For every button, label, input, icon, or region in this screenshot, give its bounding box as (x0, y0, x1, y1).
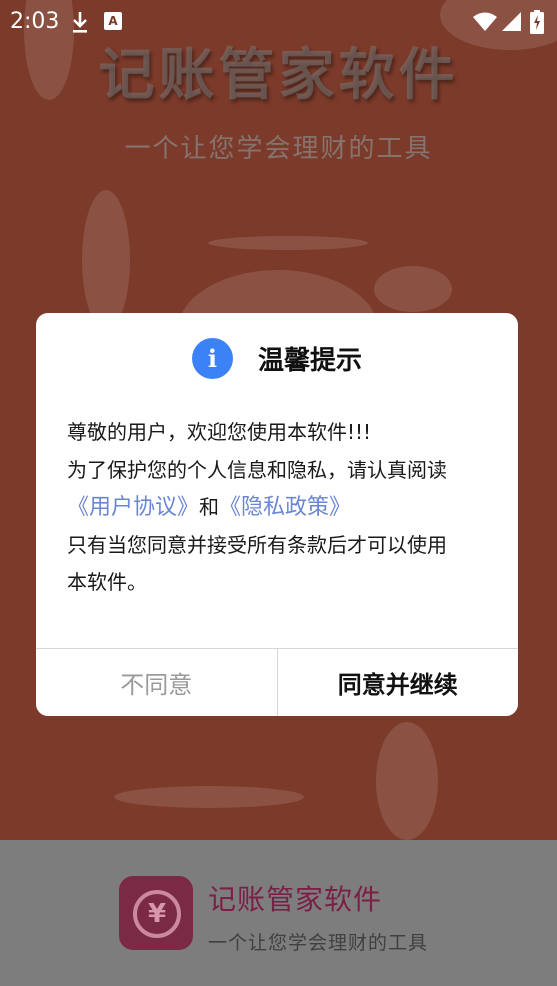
dialog-line-terms: 只有当您同意并接受所有条款后才可以使用 (67, 532, 447, 557)
battery-icon (530, 10, 544, 34)
decor-blob (376, 722, 438, 840)
dialog-footer: 不同意 同意并继续 (36, 648, 518, 716)
dialog-title: 温馨提示 (257, 345, 362, 376)
dialog-line-links: 《用户协议》和《隐私政策》 (67, 489, 497, 527)
decor-blob (114, 786, 304, 808)
and-text: 和 (199, 495, 220, 519)
wifi-icon (473, 12, 497, 31)
status-time: 2:03 (10, 9, 60, 34)
decor-blob (374, 266, 452, 312)
decor-blob (82, 190, 130, 330)
privacy-policy-link[interactable]: 《隐私政策》 (219, 495, 351, 520)
dialog-line-greeting: 尊敬的用户，欢迎您使用本软件!!! (67, 420, 372, 444)
download-icon (73, 12, 87, 33)
disagree-button[interactable]: 不同意 (36, 649, 278, 716)
yen-icon: ¥ (133, 890, 181, 938)
user-agreement-link[interactable]: 《用户协议》 (67, 495, 199, 520)
splash-subtitle: 一个让您学会理财的工具 (124, 134, 433, 164)
privacy-dialog: i 温馨提示 尊敬的用户，欢迎您使用本软件!!! 为了保护您的个人信息和隐私，请… (36, 313, 518, 716)
info-icon: i (191, 337, 233, 379)
app-logo: ¥ (119, 876, 193, 950)
footer-app-name: 记账管家软件 (208, 883, 383, 916)
a-icon: A (104, 12, 122, 30)
decor-blob (208, 236, 368, 250)
status-bar: 2:03 A (0, 0, 557, 44)
screen: 记账管家软件 一个让您学会理财的工具 2:03 A ¥ 记账管家软件 一个让您学… (0, 0, 557, 986)
dialog-body: 尊敬的用户，欢迎您使用本软件!!! 为了保护您的个人信息和隐私，请认真阅读 《用… (67, 414, 497, 602)
dialog-line-end: 本软件。 (67, 570, 147, 594)
dialog-line-read: 为了保护您的个人信息和隐私，请认真阅读 (67, 457, 447, 482)
signal-icon (502, 12, 521, 31)
footer-tagline: 一个让您学会理财的工具 (208, 932, 429, 954)
dialog-header: i 温馨提示 (36, 337, 518, 379)
agree-continue-button[interactable]: 同意并继续 (278, 649, 519, 716)
